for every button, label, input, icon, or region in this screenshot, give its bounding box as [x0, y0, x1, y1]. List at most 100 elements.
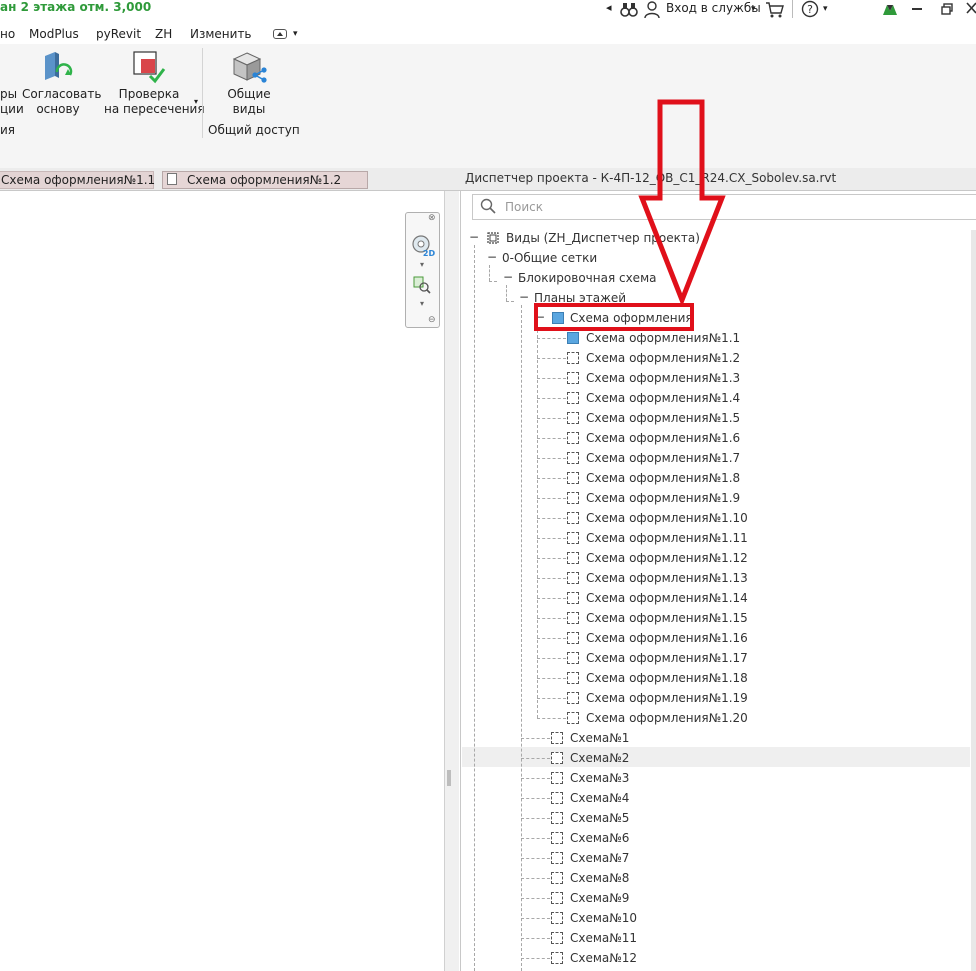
tree-collapse-icon[interactable]: −: [469, 230, 479, 244]
tree-sub-view[interactable]: Схема оформления№1.16: [586, 630, 748, 646]
tab-cut[interactable]: но: [0, 27, 15, 41]
shared-label-line1: Общие: [227, 87, 271, 101]
tree-group-general-grids[interactable]: 0-Общие сетки: [502, 250, 597, 266]
tree-sub-view[interactable]: Схема оформления№1.18: [586, 670, 748, 686]
tree-scheme-view[interactable]: Схема№6: [570, 830, 629, 846]
tree-scheme-view[interactable]: Схема№2: [570, 750, 629, 766]
zoom-region-icon[interactable]: [413, 276, 431, 297]
view-tab-1-1[interactable]: Схема оформления№1.1: [0, 171, 155, 189]
tree-sub-view[interactable]: Схема оформления№1.12: [586, 550, 748, 566]
tree-sub-view[interactable]: Схема оформления№1.8: [586, 470, 740, 486]
tree-sub-view[interactable]: Схема оформления№1.10: [586, 510, 748, 526]
tree-sub-view[interactable]: Схема оформления№1.19: [586, 690, 748, 706]
tree-sub-view[interactable]: Схема оформления№1.17: [586, 650, 748, 666]
tree-scheme-view[interactable]: Схема№11: [570, 930, 637, 946]
tab-modplus[interactable]: ModPlus: [29, 27, 79, 41]
tree-sub-view[interactable]: Схема оформления№1.3: [586, 370, 740, 386]
tab-modify[interactable]: Изменить: [190, 27, 252, 41]
tree-guide: [537, 558, 566, 559]
tree-guide: [537, 598, 566, 599]
help-dropdown-icon[interactable]: ▾: [823, 4, 828, 14]
interference-check-icon[interactable]: [132, 50, 166, 87]
tree-sub-view[interactable]: Схема оформления№1.15: [586, 610, 748, 626]
zoom-dropdown-icon[interactable]: ▾: [420, 299, 424, 308]
tree-scheme-view[interactable]: Схема№4: [570, 790, 629, 806]
tree-scheme-view[interactable]: Схема№5: [570, 810, 629, 826]
coordinate-button-label[interactable]: Согласовать основу: [22, 87, 101, 117]
tree-collapse-icon[interactable]: −: [503, 270, 513, 284]
shared-views-button[interactable]: Общие виды: [213, 87, 285, 117]
tree-collapse-icon[interactable]: −: [487, 250, 497, 264]
pane-splitter[interactable]: [444, 191, 459, 971]
view-icon: [567, 552, 579, 564]
tree-guide: [521, 798, 550, 799]
view-icon: [551, 832, 563, 844]
tree-scheme-view[interactable]: Схема№7: [570, 850, 629, 866]
navigation-bar: [405, 212, 440, 328]
chevron-left-icon[interactable]: ◂: [606, 1, 612, 14]
tree-scheme-view[interactable]: Схема№8: [570, 870, 629, 886]
clash-label-line2: на пересечения: [104, 102, 205, 116]
minimize-icon[interactable]: [912, 8, 922, 10]
navbar-options-icon[interactable]: ⊖: [428, 315, 436, 325]
tree-sub-view[interactable]: Схема оформления№1.1: [586, 330, 740, 346]
binoculars-icon[interactable]: [620, 2, 638, 21]
tree-sub-view[interactable]: Схема оформления№1.14: [586, 590, 748, 606]
view-icon: [567, 392, 579, 404]
tree-guide: [537, 718, 566, 719]
user-icon[interactable]: [644, 1, 660, 22]
tree-guide: [521, 918, 550, 919]
view-tab-1-2[interactable]: Схема оформления№1.2: [162, 171, 368, 189]
splitter-grip[interactable]: [447, 770, 451, 786]
close-icon[interactable]: [966, 2, 976, 17]
browser-scrollbar[interactable]: [971, 230, 976, 971]
tree-scheme-view[interactable]: Схема№1: [570, 730, 629, 746]
panel-toggle-caret[interactable]: ▾: [293, 29, 298, 39]
shared-label-line2: виды: [232, 102, 266, 116]
tree-sub-view[interactable]: Схема оформления№1.20: [586, 710, 748, 726]
tree-guide: [537, 638, 566, 639]
autodesk-app-icon[interactable]: [882, 2, 898, 19]
clash-dropdown-icon[interactable]: ▾: [194, 97, 198, 106]
drawing-canvas[interactable]: [0, 191, 444, 971]
wheel-dropdown-icon[interactable]: ▾: [420, 260, 424, 269]
tree-sub-view[interactable]: Схема оформления№1.11: [586, 530, 748, 546]
shared-views-icon[interactable]: [231, 50, 267, 87]
tree-sub-view[interactable]: Схема оформления№1.2: [586, 350, 740, 366]
cut-button-label[interactable]: ры ции: [0, 87, 24, 117]
view-icon: [567, 452, 579, 464]
cart-icon[interactable]: [765, 1, 785, 22]
view-icon: [567, 532, 579, 544]
steering-wheel-icon[interactable]: 2D: [411, 234, 435, 261]
chevron-down-icon[interactable]: ▾: [751, 4, 756, 14]
interference-check-button[interactable]: Проверка на пересечения: [104, 87, 205, 117]
coordinate-icon[interactable]: [41, 50, 73, 87]
tree-sub-view[interactable]: Схема оформления№1.4: [586, 390, 740, 406]
tree-sub-view[interactable]: Схема оформления№1.13: [586, 570, 748, 586]
tree-sub-view[interactable]: Схема оформления№1.7: [586, 450, 740, 466]
view-icon: [567, 692, 579, 704]
tree-scheme-view[interactable]: Схема№3: [570, 770, 629, 786]
tree-scheme-view[interactable]: Схема№12: [570, 950, 637, 966]
tree-guide: [506, 285, 507, 301]
tab-pyrevit[interactable]: pyRevit: [96, 27, 141, 41]
tree-group-blocking-scheme[interactable]: Блокировочная схема: [518, 270, 656, 286]
cut-label-line2: ции: [0, 102, 24, 116]
view-icon: [567, 412, 579, 424]
view-icon: [567, 612, 579, 624]
help-icon[interactable]: ?: [801, 0, 819, 21]
tree-sub-view[interactable]: Схема оформления№1.9: [586, 490, 740, 506]
tree-sub-view[interactable]: Схема оформления№1.5: [586, 410, 740, 426]
tree-guide: [537, 578, 566, 579]
tree-scheme-view[interactable]: Схема№10: [570, 910, 637, 926]
navbar-close-icon[interactable]: ⊗: [428, 213, 436, 223]
signin-button[interactable]: Вход в службы: [666, 1, 761, 15]
restore-icon[interactable]: [941, 3, 953, 18]
tab-zh[interactable]: ZH: [155, 27, 172, 41]
svg-text:?: ?: [807, 3, 813, 16]
tree-guide: [521, 858, 550, 859]
tree-scheme-view[interactable]: Схема№9: [570, 890, 629, 906]
tree-sub-view[interactable]: Схема оформления№1.6: [586, 430, 740, 446]
panel-label-cut: ия: [0, 123, 16, 137]
tree-collapse-icon[interactable]: −: [519, 290, 529, 304]
